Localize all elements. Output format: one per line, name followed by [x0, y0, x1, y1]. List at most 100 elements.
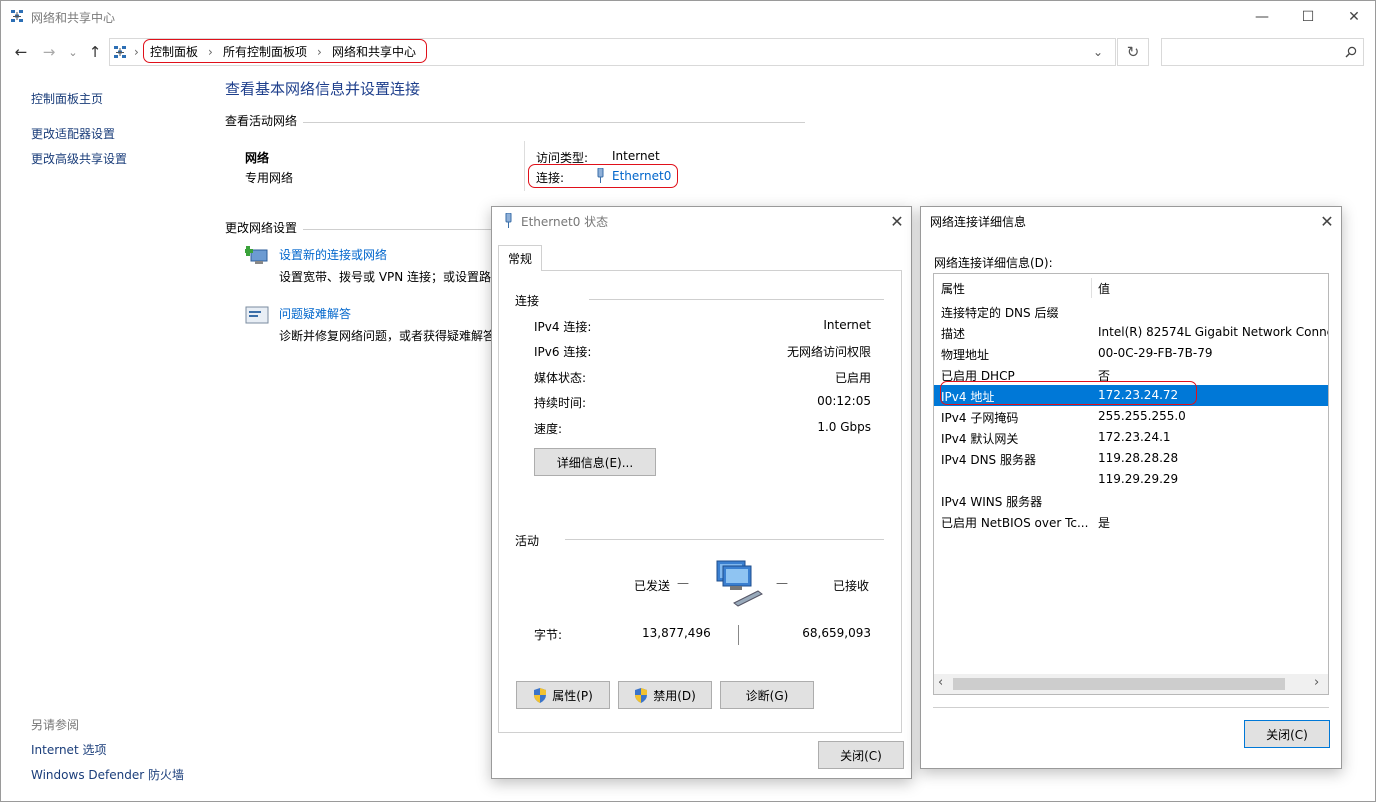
details-row-property: 物理地址: [941, 348, 990, 362]
task-new-connection-link[interactable]: 设置新的连接或网络: [279, 246, 387, 263]
details-row-value: 119.28.28.28: [1098, 451, 1179, 465]
properties-label: 属性(P): [552, 688, 593, 703]
page-title: 查看基本网络信息并设置连接: [225, 80, 421, 98]
uac-shield-icon: [534, 687, 547, 703]
column-header-value[interactable]: 值: [1098, 280, 1110, 297]
details-list-label: 网络连接详细信息(D):: [934, 256, 1053, 270]
details-dialog-title: 网络连接详细信息: [930, 215, 1027, 229]
details-row-property: IPv4 子网掩码: [941, 411, 1019, 425]
column-header-property[interactable]: 属性: [941, 280, 965, 297]
scroll-left-icon[interactable]: ‹: [938, 675, 943, 690]
recv-dash: —: [776, 576, 788, 590]
connection-highlight: [528, 164, 678, 188]
details-row-property: IPv4 WINS 服务器: [941, 495, 1043, 509]
sidebar-item-sharing[interactable]: 更改高级共享设置: [31, 150, 127, 167]
sent-dash: —: [677, 576, 689, 590]
details-row-property: 已启用 NetBIOS over Tc...: [941, 516, 1089, 530]
speed-label: 速度:: [534, 422, 563, 436]
search-input[interactable]: [1161, 38, 1364, 66]
network-name: 网络: [245, 151, 270, 165]
divider: [589, 299, 884, 300]
minimize-button[interactable]: —: [1239, 1, 1285, 32]
tab-general[interactable]: 常规: [498, 245, 542, 271]
details-row[interactable]: IPv4 子网掩码 255.255.255.0: [934, 406, 1328, 427]
access-type-value: Internet: [612, 149, 660, 163]
divider: [565, 539, 884, 540]
troubleshoot-icon: [245, 306, 269, 324]
details-row[interactable]: IPv4 WINS 服务器: [934, 490, 1328, 511]
connection-details-dialog: 网络连接详细信息 ✕ 网络连接详细信息(D): 属性 值 连接特定的 DNS 后…: [920, 206, 1342, 769]
activity-group-title: 活动: [515, 534, 540, 548]
details-row[interactable]: IPv4 DNS 服务器 119.28.28.28: [934, 448, 1328, 469]
details-row[interactable]: 119.29.29.29: [934, 469, 1328, 490]
up-button[interactable]: ↑: [84, 41, 106, 63]
forward-button[interactable]: →: [38, 41, 60, 63]
bytes-recv-value: 68,659,093: [802, 626, 871, 640]
details-row-value: 172.23.24.1: [1098, 430, 1171, 444]
ethernet-icon: [505, 213, 512, 228]
task-troubleshoot-desc: 诊断并修复网络问题，或者获得疑难解答: [279, 329, 496, 343]
uac-shield-icon: [635, 687, 648, 703]
details-row[interactable]: 已启用 NetBIOS over Tc... 是: [934, 511, 1328, 532]
see-also-firewall[interactable]: Windows Defender 防火墙: [31, 766, 184, 783]
maximize-button[interactable]: ☐: [1285, 1, 1331, 32]
see-also-title: 另请参阅: [31, 718, 80, 732]
disable-button[interactable]: 禁用(D): [618, 681, 712, 709]
bytes-label: 字节:: [534, 628, 563, 642]
details-row[interactable]: IPv4 默认网关 172.23.24.1: [934, 427, 1328, 448]
recent-locations-button[interactable]: ⌄: [62, 41, 84, 63]
status-close-button[interactable]: 关闭(C): [818, 741, 904, 769]
column-divider[interactable]: [1091, 278, 1092, 298]
network-activity-icon: [716, 560, 763, 607]
horizontal-scrollbar[interactable]: ‹ ›: [934, 674, 1328, 694]
details-row[interactable]: 物理地址 00-0C-29-FB-7B-79: [934, 343, 1328, 364]
breadcrumb-highlight: [143, 39, 427, 63]
received-label: 已接收: [833, 579, 870, 593]
see-also-internet-options[interactable]: Internet 选项: [31, 741, 106, 758]
network-type: 专用网络: [245, 171, 294, 185]
details-row-property: IPv4 DNS 服务器: [941, 453, 1036, 467]
refresh-button[interactable]: ↻: [1117, 38, 1149, 66]
address-dropdown-icon[interactable]: ⌄: [1093, 39, 1103, 65]
details-row[interactable]: 描述 Intel(R) 82574L Gigabit Network Connec: [934, 322, 1328, 343]
details-row-property: IPv4 默认网关: [941, 432, 1019, 446]
search-icon: [1345, 46, 1357, 58]
ipv6-conn-label: IPv6 连接:: [534, 345, 592, 359]
new-connection-icon: [245, 246, 268, 264]
divider: [303, 122, 805, 123]
diagnose-button[interactable]: 诊断(G): [720, 681, 814, 709]
duration-label: 持续时间:: [534, 396, 587, 410]
details-dialog-close-icon[interactable]: ✕: [1313, 209, 1341, 233]
address-network-icon: [114, 46, 126, 58]
details-row[interactable]: 连接特定的 DNS 后缀: [934, 301, 1328, 322]
ipv4-conn-label: IPv4 连接:: [534, 320, 592, 334]
window-title: 网络和共享中心: [31, 11, 116, 25]
divider: [303, 229, 493, 230]
back-button[interactable]: ←: [10, 41, 32, 63]
network-center-icon: [11, 10, 23, 22]
ipv4-conn-value: Internet: [823, 318, 871, 332]
properties-button[interactable]: 属性(P): [516, 681, 610, 709]
sidebar-item-home[interactable]: 控制面板主页: [31, 90, 103, 107]
sidebar-item-adapter[interactable]: 更改适配器设置: [31, 125, 115, 142]
sent-label: 已发送: [634, 579, 671, 593]
divider: [933, 707, 1329, 708]
status-dialog-close-icon[interactable]: ✕: [883, 209, 911, 233]
details-row-value: 00-0C-29-FB-7B-79: [1098, 346, 1213, 360]
divider: [524, 141, 525, 191]
breadcrumb-sep: ›: [134, 45, 139, 59]
details-row-property: 描述: [941, 327, 966, 341]
tab-panel: [498, 270, 902, 733]
media-state-value: 已启用: [834, 371, 871, 385]
details-button[interactable]: 详细信息(E)...: [534, 448, 656, 476]
disable-label: 禁用(D): [653, 688, 696, 703]
duration-value: 00:12:05: [817, 394, 871, 408]
ethernet-status-dialog: Ethernet0 状态 ✕ 常规 连接 IPv4 连接: Internet I…: [491, 206, 912, 779]
change-settings-title: 更改网络设置: [225, 221, 298, 235]
details-list[interactable]: 属性 值 连接特定的 DNS 后缀 描述 Intel(R) 82574L Gigab…: [933, 273, 1329, 695]
scroll-right-icon[interactable]: ›: [1314, 675, 1319, 690]
window-close-button[interactable]: ✕: [1331, 1, 1376, 32]
details-close-button[interactable]: 关闭(C): [1244, 720, 1330, 748]
task-troubleshoot-link[interactable]: 问题疑难解答: [279, 305, 351, 322]
scrollbar-thumb[interactable]: [953, 678, 1285, 690]
